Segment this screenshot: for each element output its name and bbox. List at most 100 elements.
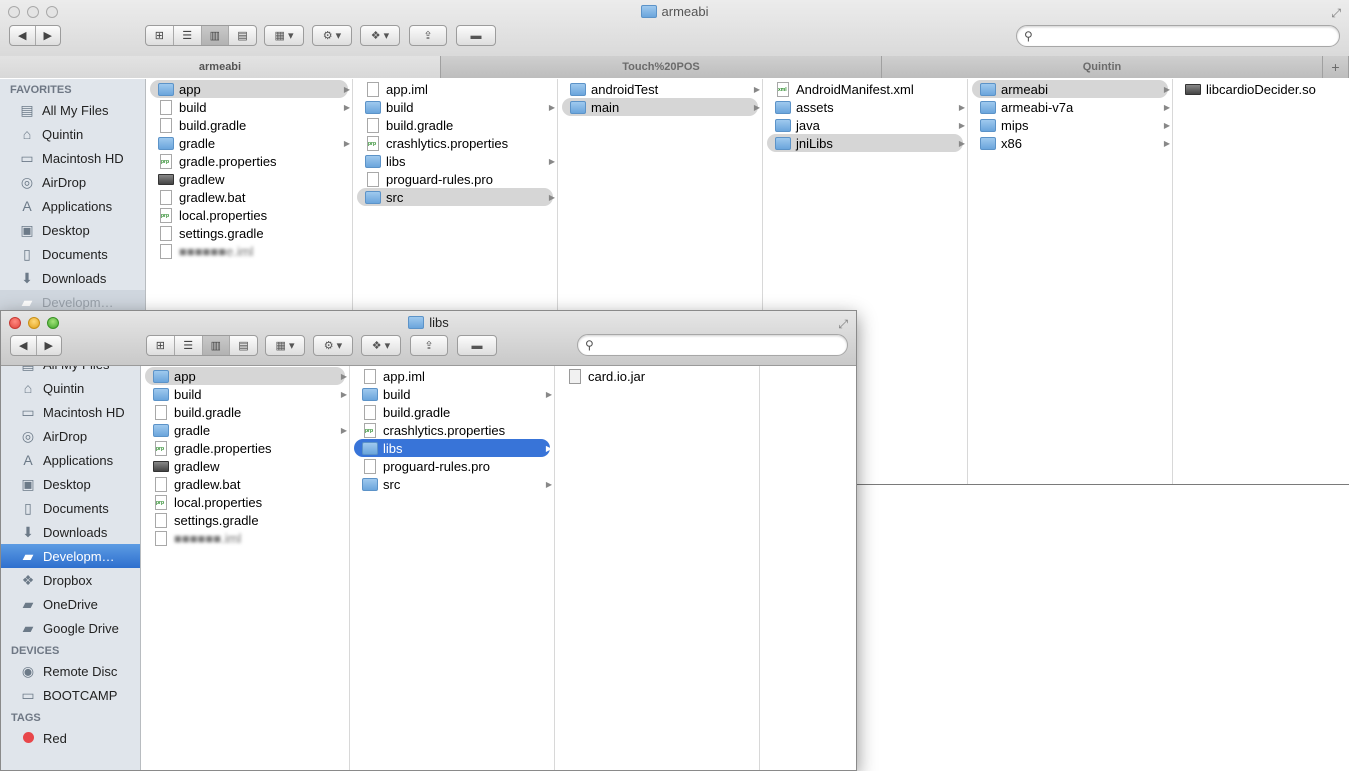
sidebar-item-quintin[interactable]: ⌂ Quintin [0, 122, 145, 146]
sidebar-item-bootcamp[interactable]: ▭ BOOTCAMP [1, 683, 140, 707]
sidebar-item-downloads[interactable]: ⬇ Downloads [0, 266, 145, 290]
fullscreen-icon[interactable]: ⤢ [838, 317, 848, 332]
sidebar-tag-red[interactable]: Red [1, 726, 140, 750]
search-input[interactable] [1039, 29, 1297, 43]
file-row-local-properties[interactable]: local.properties [145, 493, 345, 511]
tab-armeabi[interactable]: armeabi [0, 56, 441, 78]
back-forward-buttons[interactable]: ◀ ▶ [9, 25, 61, 46]
file-row-build-gradle[interactable]: build.gradle [354, 403, 550, 421]
file-row-build[interactable]: build ▶ [357, 98, 555, 116]
file-row-assets[interactable]: assets ▶ [767, 98, 965, 116]
sidebar-item-all-my-files[interactable]: ▤ All My Files [0, 98, 145, 122]
sidebar-item-airdrop[interactable]: ◎ AirDrop [0, 170, 145, 194]
file-row-java[interactable]: java ▶ [767, 116, 965, 134]
file-row-build-gradle[interactable]: build.gradle [145, 403, 345, 421]
file-row-armeabi-v7a[interactable]: armeabi-v7a ▶ [972, 98, 1170, 116]
file-row-src[interactable]: src ▶ [354, 475, 552, 493]
action-button[interactable]: ⚙ ▾ [313, 335, 353, 356]
view-mode-buttons[interactable]: ⊞ ☰ ▥ ▤ [146, 335, 258, 356]
sidebar-item-dropbox[interactable]: ❖ Dropbox [1, 568, 140, 592]
file-row--e-iml[interactable]: ■■■■■■e.iml [150, 242, 348, 260]
file-row-app[interactable]: app ▶ [150, 80, 350, 98]
dropbox-button[interactable]: ❖ ▾ [361, 335, 401, 356]
sidebar-item-applications[interactable]: A Applications [0, 194, 145, 218]
file-row-app-iml[interactable]: app.iml [357, 80, 553, 98]
file-row-gradle-properties[interactable]: gradle.properties [150, 152, 348, 170]
sidebar-item-documents[interactable]: ▯ Documents [0, 242, 145, 266]
sidebar-item-remote-disc[interactable]: ◉ Remote Disc [1, 659, 140, 683]
file-row-src[interactable]: src ▶ [357, 188, 555, 206]
column-view-icon[interactable]: ▥ [202, 336, 231, 355]
file-row-build-gradle[interactable]: build.gradle [150, 116, 348, 134]
arrange-button[interactable]: ▦ ▾ [264, 25, 304, 46]
file-row-build[interactable]: build ▶ [145, 385, 347, 403]
sidebar-item-google-drive[interactable]: ▰ Google Drive [1, 616, 140, 640]
file-row-app[interactable]: app ▶ [145, 367, 347, 385]
list-view-icon[interactable]: ☰ [174, 26, 202, 45]
sidebar-item-desktop[interactable]: ▣ Desktop [0, 218, 145, 242]
sidebar-item-downloads[interactable]: ⬇ Downloads [1, 520, 140, 544]
file-row-crashlytics-properties[interactable]: crashlytics.properties [354, 421, 550, 439]
file-row-mips[interactable]: mips ▶ [972, 116, 1170, 134]
view-mode-buttons[interactable]: ⊞ ☰ ▥ ▤ [145, 25, 257, 46]
list-view-icon[interactable]: ☰ [175, 336, 203, 355]
coverflow-view-icon[interactable]: ▤ [230, 336, 257, 355]
file-row-gradlew-bat[interactable]: gradlew.bat [145, 475, 345, 493]
file-row-gradle[interactable]: gradle ▶ [150, 134, 350, 152]
tab-quintin[interactable]: Quintin [882, 56, 1323, 78]
search-input[interactable] [600, 338, 816, 352]
file-row-x86[interactable]: x86 ▶ [972, 134, 1170, 152]
file-row-jnilibs[interactable]: jniLibs ▶ [767, 134, 965, 152]
forward-arrow-icon[interactable]: ▶ [36, 26, 61, 45]
tag-button[interactable]: ▬ [457, 335, 497, 356]
arrange-button[interactable]: ▦ ▾ [265, 335, 305, 356]
file-row-card-io-jar[interactable]: card.io.jar [559, 367, 755, 385]
sidebar-item-airdrop[interactable]: ◎ AirDrop [1, 424, 140, 448]
file-row-gradle[interactable]: gradle ▶ [145, 421, 347, 439]
sidebar-item-all-my-files[interactable]: ▤ All My Files [1, 366, 140, 376]
share-button[interactable]: ⇪ [410, 335, 448, 356]
file-row-build-gradle[interactable]: build.gradle [357, 116, 553, 134]
column-view-icon[interactable]: ▥ [201, 26, 230, 45]
file-row-armeabi[interactable]: armeabi ▶ [972, 80, 1170, 98]
file-row-gradlew[interactable]: gradlew [145, 457, 345, 475]
coverflow-view-icon[interactable]: ▤ [229, 26, 256, 45]
back-arrow-icon[interactable]: ◀ [11, 336, 37, 355]
file-row-settings-gradle[interactable]: settings.gradle [145, 511, 345, 529]
file-row--iml[interactable]: ■■■■■■.iml [145, 529, 345, 547]
file-row-libs[interactable]: libs ▶ [354, 439, 552, 457]
sidebar-item-desktop[interactable]: ▣ Desktop [1, 472, 140, 496]
file-row-crashlytics-properties[interactable]: crashlytics.properties [357, 134, 553, 152]
file-row-settings-gradle[interactable]: settings.gradle [150, 224, 348, 242]
sidebar-item-macintosh-hd[interactable]: ▭ Macintosh HD [1, 400, 140, 424]
tag-button[interactable]: ▬ [456, 25, 496, 46]
sidebar-item-applications[interactable]: A Applications [1, 448, 140, 472]
icon-view-icon[interactable]: ⊞ [147, 336, 175, 355]
sidebar-item-documents[interactable]: ▯ Documents [1, 496, 140, 520]
file-row-libs[interactable]: libs ▶ [357, 152, 555, 170]
action-button[interactable]: ⚙ ▾ [312, 25, 352, 46]
tab-touch-pos[interactable]: Touch%20POS [441, 56, 882, 78]
search-field[interactable]: ⚲ [1016, 25, 1340, 47]
file-row-gradlew-bat[interactable]: gradlew.bat [150, 188, 348, 206]
file-row-androidtest[interactable]: androidTest ▶ [562, 80, 760, 98]
file-row-build[interactable]: build ▶ [150, 98, 350, 116]
back-arrow-icon[interactable]: ◀ [10, 26, 36, 45]
sidebar-item-quintin[interactable]: ⌂ Quintin [1, 376, 140, 400]
new-tab-button[interactable]: + [1323, 56, 1349, 78]
dropbox-button[interactable]: ❖ ▾ [360, 25, 400, 46]
back-forward-buttons[interactable]: ◀ ▶ [10, 335, 62, 356]
search-field[interactable]: ⚲ [577, 334, 848, 356]
file-row-libcardiodecider-so[interactable]: libcardioDecider.so [1177, 80, 1345, 98]
share-button[interactable]: ⇪ [409, 25, 447, 46]
file-row-proguard-rules-pro[interactable]: proguard-rules.pro [357, 170, 553, 188]
file-row-proguard-rules-pro[interactable]: proguard-rules.pro [354, 457, 550, 475]
file-row-local-properties[interactable]: local.properties [150, 206, 348, 224]
file-row-gradlew[interactable]: gradlew [150, 170, 348, 188]
file-row-androidmanifest-xml[interactable]: AndroidManifest.xml [767, 80, 963, 98]
file-row-gradle-properties[interactable]: gradle.properties [145, 439, 345, 457]
forward-arrow-icon[interactable]: ▶ [37, 336, 62, 355]
file-row-app-iml[interactable]: app.iml [354, 367, 550, 385]
icon-view-icon[interactable]: ⊞ [146, 26, 174, 45]
sidebar-item-macintosh-hd[interactable]: ▭ Macintosh HD [0, 146, 145, 170]
